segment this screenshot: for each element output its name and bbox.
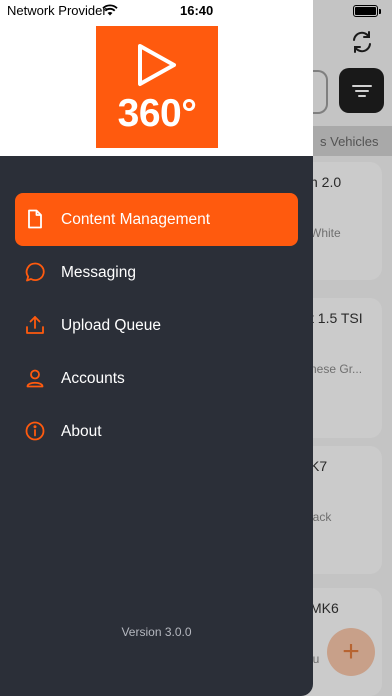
battery-icon xyxy=(353,5,378,17)
battery-level xyxy=(355,7,376,15)
app-version: Version 3.0.0 xyxy=(121,625,192,639)
logo-text: 360° xyxy=(117,92,197,135)
upload-icon xyxy=(26,316,44,334)
menu-item-messaging[interactable]: Messaging xyxy=(15,246,298,299)
info-icon xyxy=(25,421,45,441)
carrier-label: Network Provider xyxy=(7,3,107,18)
play-icon xyxy=(138,44,176,86)
menu-item-upload-queue[interactable]: Upload Queue xyxy=(15,299,298,352)
battery-tip xyxy=(379,9,381,14)
status-bar: Network Provider 16:40 xyxy=(0,0,392,22)
drawer-header: 360° xyxy=(0,0,313,156)
wifi-icon xyxy=(102,3,118,21)
menu-item-accounts[interactable]: Accounts xyxy=(15,352,298,405)
menu-item-label: Accounts xyxy=(61,369,125,387)
menu-item-content-management[interactable]: Content Management xyxy=(15,193,298,246)
document-icon xyxy=(28,209,42,229)
chat-bubble-icon xyxy=(25,262,45,282)
menu-item-label: Upload Queue xyxy=(61,316,161,334)
clock: 16:40 xyxy=(180,3,214,18)
menu-item-label: About xyxy=(61,422,102,440)
drawer-menu: Content Management Messaging Upload Queu… xyxy=(15,193,298,458)
app-logo: 360° xyxy=(96,26,218,148)
menu-item-label: Content Management xyxy=(61,210,211,228)
menu-item-label: Messaging xyxy=(61,263,136,281)
person-icon xyxy=(26,369,44,388)
menu-item-about[interactable]: About xyxy=(15,405,298,458)
navigation-drawer: 360° Content Management Messaging Upload… xyxy=(0,0,313,696)
